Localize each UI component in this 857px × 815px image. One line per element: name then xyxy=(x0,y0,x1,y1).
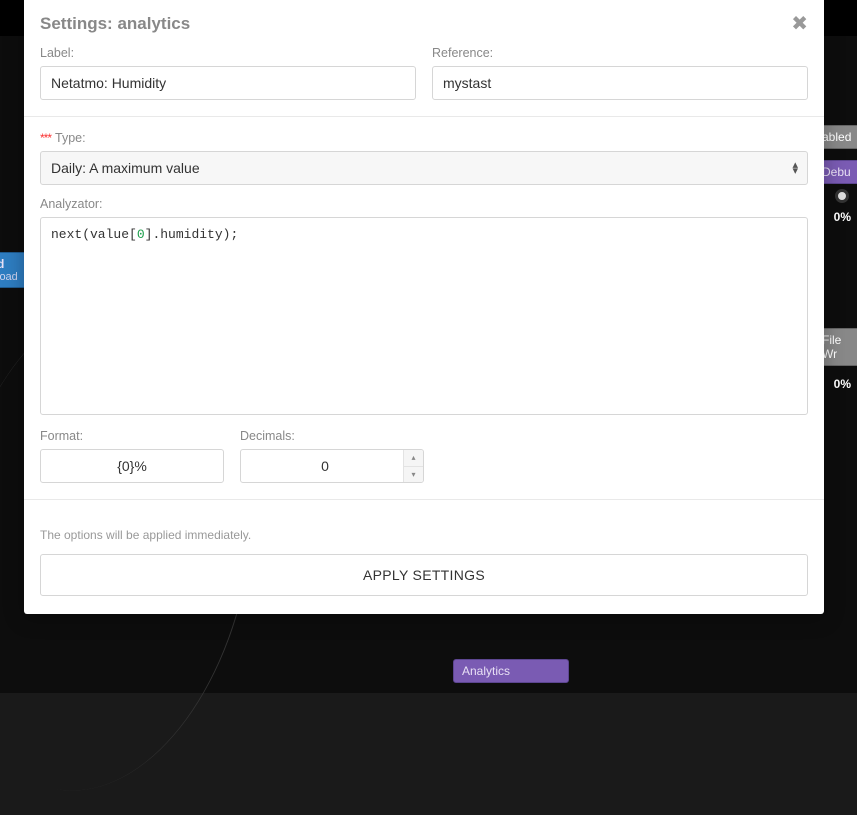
stat-pct: 0% xyxy=(834,377,851,391)
modal-header: Settings: analytics ✖ xyxy=(24,0,824,46)
node-label: Analytics xyxy=(462,664,510,678)
label-text: Analyzator: xyxy=(40,197,808,211)
type-select-wrap: Daily: A maximum value ▴▾ xyxy=(40,151,808,185)
label-text: *** Type: xyxy=(40,131,808,145)
label-text: Reference: xyxy=(432,46,808,60)
node-sub: load xyxy=(0,271,19,283)
code-text: next(value[ xyxy=(51,227,137,242)
modal-title: Settings: analytics xyxy=(40,14,190,34)
node-label: Debu xyxy=(822,165,851,179)
section-basic: Label: Reference: xyxy=(24,46,824,116)
row-format-decimals: Format: Decimals: ▴ ▾ xyxy=(40,429,808,483)
field-reference: Reference: xyxy=(432,46,808,100)
analyzator-editor[interactable]: next(value[0].humidity); xyxy=(40,217,808,415)
decimals-input[interactable] xyxy=(240,449,424,483)
code-text: ].humidity); xyxy=(145,227,239,242)
decimals-spinner: ▴ ▾ xyxy=(240,449,424,483)
label-text: Decimals: xyxy=(240,429,424,443)
code-number: 0 xyxy=(137,227,145,242)
step-down-icon[interactable]: ▾ xyxy=(404,467,423,483)
required-marker: *** xyxy=(40,131,51,145)
settings-modal: Settings: analytics ✖ Label: Reference: … xyxy=(24,0,824,614)
format-input[interactable] xyxy=(40,449,224,483)
section-type: *** Type: Daily: A maximum value ▴▾ Anal… xyxy=(24,131,824,499)
field-decimals: Decimals: ▴ ▾ xyxy=(240,429,424,483)
footer-note: The options will be applied immediately. xyxy=(40,528,808,542)
label-text: Label: xyxy=(40,46,416,60)
divider xyxy=(24,499,824,500)
apply-button[interactable]: APPLY SETTINGS xyxy=(40,554,808,596)
row-label-reference: Label: Reference: xyxy=(40,46,808,100)
port-knob[interactable] xyxy=(835,189,849,203)
close-icon[interactable]: ✖ xyxy=(791,14,808,34)
type-select[interactable]: Daily: A maximum value xyxy=(40,151,808,185)
node-label: abled xyxy=(822,130,851,144)
divider xyxy=(24,116,824,117)
node-analytics[interactable]: Analytics xyxy=(453,659,569,683)
field-format: Format: xyxy=(40,429,224,483)
field-label: Label: xyxy=(40,46,416,100)
field-type: *** Type: Daily: A maximum value ▴▾ xyxy=(40,131,808,185)
label-inner: Type: xyxy=(55,131,86,145)
label-text: Format: xyxy=(40,429,224,443)
stat-pct: 0% xyxy=(834,210,851,224)
node-label: File Wr xyxy=(822,333,841,361)
modal-footer: The options will be applied immediately.… xyxy=(24,514,824,614)
field-analyzator: Analyzator: next(value[0].humidity); xyxy=(40,197,808,415)
step-up-icon[interactable]: ▴ xyxy=(404,450,423,467)
label-input[interactable] xyxy=(40,66,416,100)
spinner-buttons: ▴ ▾ xyxy=(403,450,423,482)
reference-input[interactable] xyxy=(432,66,808,100)
node-title: d xyxy=(0,257,19,271)
